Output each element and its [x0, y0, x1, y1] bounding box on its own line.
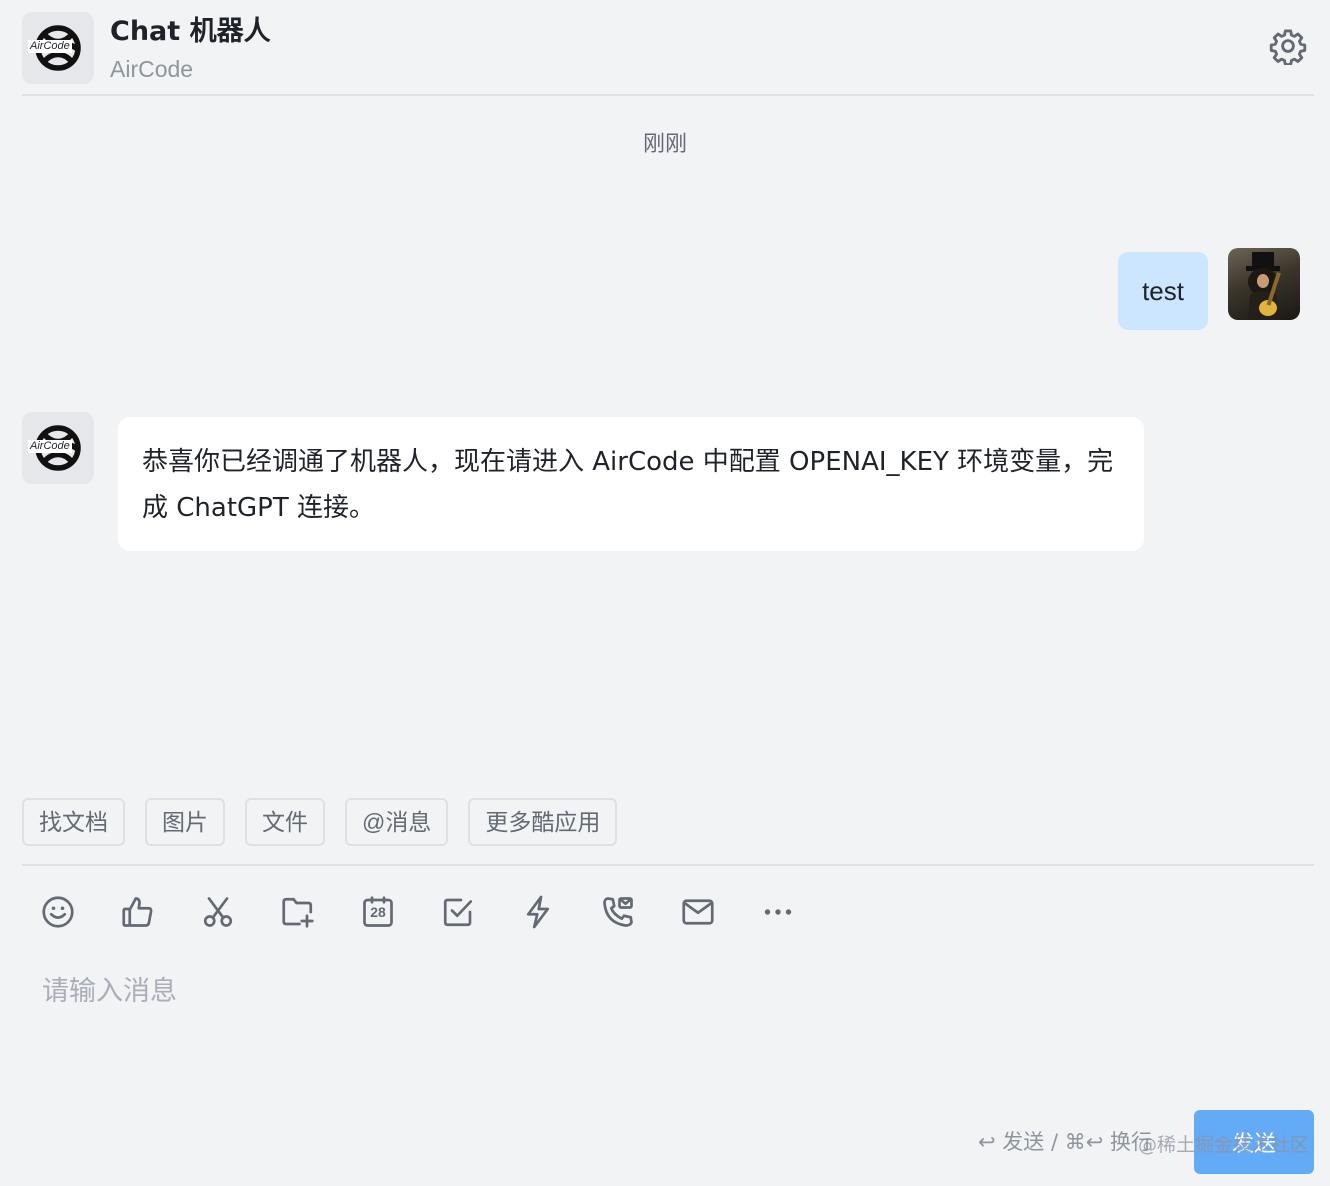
- settings-button[interactable]: [1268, 26, 1308, 66]
- scissors-button[interactable]: [196, 890, 240, 934]
- lightning-icon: [526, 895, 550, 929]
- emoji-icon: [42, 896, 74, 928]
- image-button[interactable]: 图片: [145, 798, 225, 846]
- gear-icon: [1269, 29, 1307, 65]
- page-subtitle: AirCode: [110, 56, 194, 82]
- composer-toolbar: 28: [36, 890, 800, 934]
- checkbox-icon: [443, 898, 473, 927]
- divider: [22, 864, 1314, 866]
- quick-actions-bar: 找文档 图片 文件 @消息 更多酷应用: [22, 798, 618, 846]
- bot-message-bubble[interactable]: 恭喜你已经调通了机器人，现在请进入 AirCode 中配置 OPENAI_KEY…: [118, 417, 1144, 551]
- find-docs-button[interactable]: 找文档: [22, 798, 125, 846]
- more-icon: [764, 909, 792, 915]
- message-timestamp: 刚刚: [642, 132, 687, 157]
- chat-header: AirCode Chat 机器人 AirCode: [22, 10, 1314, 96]
- thumbs-up-icon: [122, 897, 153, 927]
- mention-message-button[interactable]: @消息: [345, 798, 449, 846]
- avatar-photo: [1246, 252, 1281, 320]
- thumbs-up-button[interactable]: [116, 890, 160, 934]
- page-title: Chat 机器人: [110, 16, 271, 47]
- calendar-day-number: 28: [370, 904, 386, 920]
- user-avatar[interactable]: [1228, 248, 1300, 320]
- user-message-bubble[interactable]: test: [1118, 252, 1208, 330]
- voice-call-button[interactable]: [596, 890, 640, 934]
- bot-message-row: AirCode 恭喜你已经调通了机器人，现在请进入 AirCode 中配置 OP…: [22, 412, 1144, 551]
- folder-add-button[interactable]: [276, 890, 320, 934]
- task-button[interactable]: [436, 890, 480, 934]
- mail-button[interactable]: [676, 890, 720, 934]
- logo-label: AirCode: [28, 440, 72, 453]
- more-apps-button[interactable]: 更多酷应用: [468, 798, 618, 846]
- send-shortcut-hint: ↩ 发送 / ⌘↩ 换行: [978, 1130, 1152, 1154]
- more-button[interactable]: [756, 890, 800, 934]
- logo-label: AirCode: [28, 40, 72, 53]
- bot-logo: AirCode: [22, 12, 94, 84]
- phone-call-icon: [603, 897, 633, 927]
- emoji-button[interactable]: [36, 890, 80, 934]
- message-input[interactable]: [42, 968, 1292, 1088]
- file-button[interactable]: 文件: [245, 798, 325, 846]
- send-button[interactable]: 发送: [1194, 1110, 1314, 1174]
- user-message-row: test: [1118, 248, 1300, 330]
- folder-add-icon: [282, 897, 314, 928]
- calendar-button[interactable]: 28: [356, 890, 400, 934]
- bot-avatar[interactable]: AirCode: [22, 412, 94, 484]
- mail-icon: [682, 899, 714, 925]
- quick-reply-button[interactable]: [516, 890, 560, 934]
- scissors-icon: [203, 897, 233, 927]
